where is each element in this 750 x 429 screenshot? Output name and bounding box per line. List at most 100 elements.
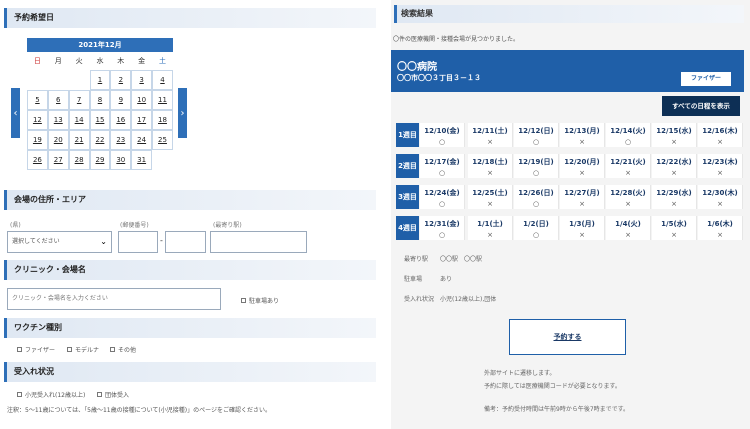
week-label: 1週目 bbox=[396, 123, 419, 147]
schedule-day[interactable]: 12/22(水) × bbox=[652, 154, 697, 178]
calendar-day[interactable]: 11 bbox=[152, 90, 173, 110]
calendar-day[interactable]: 19 bbox=[27, 130, 48, 150]
calendar-day[interactable]: 31 bbox=[131, 150, 153, 170]
schedule-day[interactable]: 12/10(金) ○ bbox=[420, 123, 465, 147]
schedule-day[interactable]: 1/4(火) × bbox=[606, 216, 651, 240]
calendar-day[interactable]: 23 bbox=[110, 130, 132, 150]
calendar-day[interactable]: 12 bbox=[27, 110, 48, 130]
calendar-day[interactable]: 15 bbox=[89, 110, 111, 130]
calendar-day[interactable]: 28 bbox=[68, 150, 90, 170]
schedule-day[interactable]: 12/30(木) × bbox=[698, 185, 743, 209]
prefecture-value: 選択してください bbox=[12, 238, 60, 245]
accept-child-checkbox[interactable]: 小児受入れ(12歳以上) bbox=[17, 390, 85, 399]
calendar-day[interactable]: 2 bbox=[110, 70, 132, 90]
schedule-day[interactable]: 12/17(金) ○ bbox=[420, 154, 465, 178]
postal-code-2-input[interactable] bbox=[165, 231, 206, 253]
calendar-day[interactable]: 9 bbox=[110, 90, 132, 110]
calendar-next-button[interactable]: › bbox=[178, 88, 187, 138]
calendar-day[interactable]: 22 bbox=[89, 130, 111, 150]
calendar-day[interactable]: 8 bbox=[89, 90, 111, 110]
accept-option-label: 小児受入れ(12歳以上) bbox=[25, 392, 86, 399]
calendar-day[interactable]: 25 bbox=[152, 130, 173, 150]
calendar-day[interactable]: 13 bbox=[47, 110, 69, 130]
schedule-date: 12/18(土) bbox=[472, 158, 508, 166]
postal-code-1-input[interactable] bbox=[118, 231, 158, 253]
schedule-date: 12/30(木) bbox=[702, 189, 738, 197]
calendar-day[interactable]: 5 bbox=[27, 90, 48, 110]
prefecture-select[interactable]: 選択してください ⌄ bbox=[7, 231, 112, 253]
availability-icon: × bbox=[717, 169, 723, 177]
accept-group-checkbox[interactable]: 団体受入 bbox=[97, 390, 129, 399]
schedule-day[interactable]: 12/21(火) × bbox=[606, 154, 651, 178]
schedule-date: 12/26(日) bbox=[518, 189, 554, 197]
schedule-day[interactable]: 12/11(土) × bbox=[468, 123, 513, 147]
schedule-day[interactable]: 1/2(日) ○ bbox=[514, 216, 559, 240]
calendar-day[interactable]: 14 bbox=[68, 110, 90, 130]
schedule-day[interactable]: 12/31(金) ○ bbox=[420, 216, 465, 240]
calendar-month: 2021年12月 bbox=[27, 38, 173, 52]
schedule-date: 12/19(日) bbox=[518, 158, 554, 166]
week-label: 2週目 bbox=[396, 154, 419, 178]
schedule-day[interactable]: 12/23(木) × bbox=[698, 154, 743, 178]
schedule-day[interactable]: 1/5(水) × bbox=[652, 216, 697, 240]
reserve-button[interactable]: 予約する bbox=[509, 319, 626, 355]
schedule-date: 12/22(水) bbox=[656, 158, 692, 166]
schedule-day[interactable]: 12/27(月) × bbox=[560, 185, 605, 209]
schedule-day[interactable]: 12/19(日) ○ bbox=[514, 154, 559, 178]
schedule-date: 1/4(火) bbox=[615, 220, 641, 228]
schedule-date: 12/16(木) bbox=[702, 127, 738, 135]
availability-icon: ○ bbox=[532, 200, 540, 208]
schedule-day[interactable]: 12/12(日) ○ bbox=[514, 123, 559, 147]
calendar-day[interactable]: 17 bbox=[131, 110, 153, 130]
calendar-day[interactable]: 1 bbox=[89, 70, 111, 90]
parking-checkbox[interactable]: 駐車場あり bbox=[241, 296, 279, 305]
schedule-day[interactable]: 1/3(月) × bbox=[560, 216, 605, 240]
calendar-day[interactable]: 30 bbox=[110, 150, 132, 170]
calendar-day[interactable]: 6 bbox=[47, 90, 69, 110]
calendar: 2021年12月 日月火水木金土 1 2 3 4 5 6 7 8 9 10 11 12 13 14 15 16… bbox=[27, 38, 173, 170]
calendar-day[interactable]: 26 bbox=[27, 150, 48, 170]
availability-icon: × bbox=[487, 200, 493, 208]
week-label: 4週目 bbox=[396, 216, 419, 240]
schedule-day[interactable]: 12/15(水) × bbox=[652, 123, 697, 147]
calendar-day[interactable]: 16 bbox=[110, 110, 132, 130]
schedule-day[interactable]: 12/16(木) × bbox=[698, 123, 743, 147]
schedule-day[interactable]: 12/26(日) ○ bbox=[514, 185, 559, 209]
show-all-dates-button[interactable]: すべての日程を表示 bbox=[662, 96, 740, 116]
schedule-date: 12/28(火) bbox=[610, 189, 646, 197]
calendar-day[interactable]: 7 bbox=[68, 90, 90, 110]
calendar-day[interactable]: 24 bbox=[131, 130, 153, 150]
availability-icon: × bbox=[487, 138, 493, 146]
schedule-day[interactable]: 12/29(水) × bbox=[652, 185, 697, 209]
schedule-day[interactable]: 12/14(火) ○ bbox=[606, 123, 651, 147]
availability-icon: ○ bbox=[624, 138, 632, 146]
vaccine-other-checkbox[interactable]: その他 bbox=[110, 345, 136, 354]
calendar-day[interactable]: 10 bbox=[131, 90, 153, 110]
availability-icon: × bbox=[579, 200, 585, 208]
calendar-day[interactable]: 20 bbox=[47, 130, 69, 150]
schedule-day[interactable]: 12/18(土) × bbox=[468, 154, 513, 178]
vaccine-moderna-checkbox[interactable]: モデルナ bbox=[67, 345, 99, 354]
schedule-day[interactable]: 12/20(月) × bbox=[560, 154, 605, 178]
calendar-day[interactable]: 18 bbox=[152, 110, 173, 130]
clinic-name-input[interactable]: クリニック・会場名を入力ください bbox=[7, 288, 221, 310]
schedule-day[interactable]: 12/28(火) × bbox=[606, 185, 651, 209]
schedule-day[interactable]: 12/24(金) ○ bbox=[420, 185, 465, 209]
calendar-prev-button[interactable]: ‹ bbox=[11, 88, 20, 138]
chevron-down-icon: ⌄ bbox=[100, 237, 107, 246]
schedule-date: 1/6(木) bbox=[707, 220, 733, 228]
calendar-day[interactable]: 4 bbox=[152, 70, 173, 90]
schedule-day[interactable]: 12/13(月) × bbox=[560, 123, 605, 147]
checkbox-icon bbox=[241, 298, 246, 303]
schedule-day[interactable]: 1/1(土) × bbox=[468, 216, 513, 240]
schedule-day[interactable]: 1/6(木) × bbox=[698, 216, 743, 240]
calendar-day[interactable]: 3 bbox=[131, 70, 153, 90]
calendar-day[interactable]: 21 bbox=[68, 130, 90, 150]
vaccine-pfizer-checkbox[interactable]: ファイザー bbox=[17, 345, 55, 354]
result-count-text: 〇件の医療機関・接種会場が見つかりました。 bbox=[393, 36, 520, 43]
station-input[interactable] bbox=[210, 231, 307, 253]
calendar-day[interactable]: 29 bbox=[89, 150, 111, 170]
calendar-day[interactable]: 27 bbox=[47, 150, 69, 170]
schedule-day[interactable]: 12/25(土) × bbox=[468, 185, 513, 209]
info-key: 駐車場 bbox=[404, 276, 423, 283]
